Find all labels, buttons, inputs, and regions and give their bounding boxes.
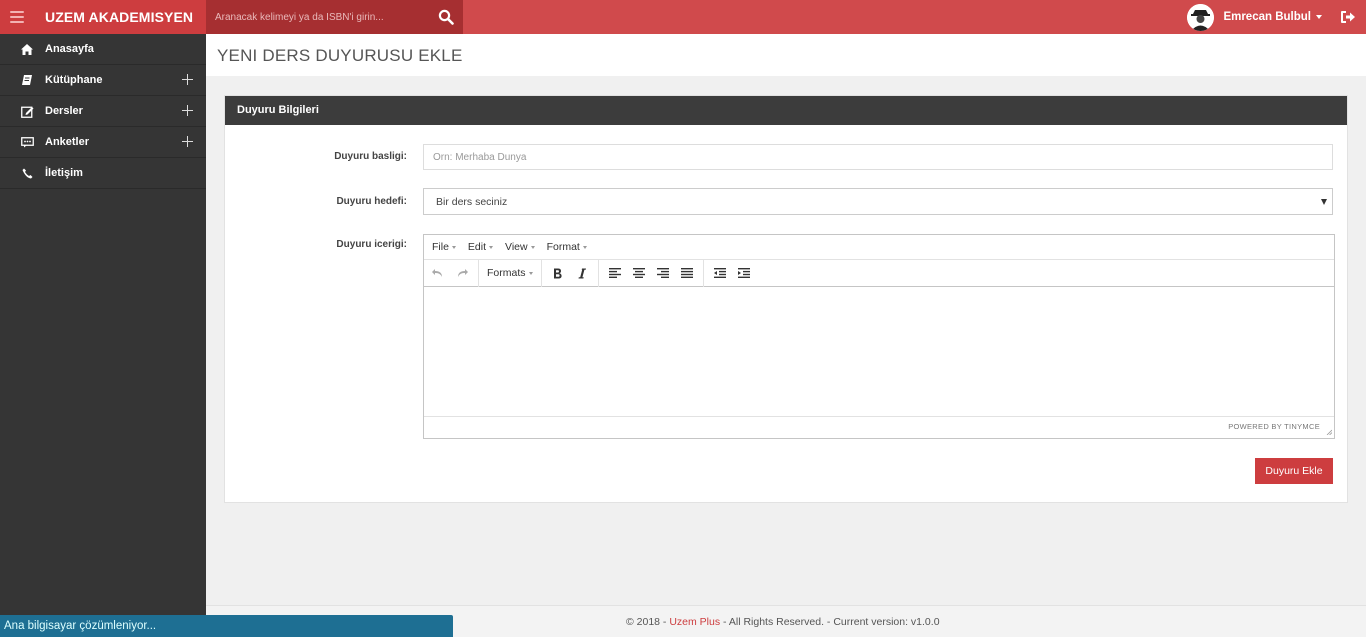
target-select[interactable]: Bir ders seciniz: [423, 188, 1333, 215]
target-label: Duyuru hedefi:: [336, 196, 407, 207]
plus-icon[interactable]: [182, 136, 193, 147]
sidebar-item-label: Anketler: [45, 136, 90, 148]
align-right-icon[interactable]: [651, 262, 675, 284]
formats-group: Formats: [479, 259, 542, 287]
search-input[interactable]: [206, 2, 426, 32]
sidebar-item-iletisim[interactable]: İletişim: [0, 158, 206, 189]
logout-icon[interactable]: [1340, 10, 1356, 24]
menu-view-label: View: [505, 241, 528, 253]
footer-suffix: - All Rights Reserved. - Current version…: [720, 616, 940, 628]
user-name[interactable]: Emrecan Bulbul: [1223, 11, 1311, 23]
search-icon[interactable]: [438, 9, 454, 25]
editor-statusbar: POWERED BY TINYMCE: [424, 417, 1334, 437]
undo-icon[interactable]: [426, 262, 450, 284]
formats-dropdown[interactable]: Formats: [483, 262, 537, 284]
browser-status-bubble: Ana bilgisayar çözümleniyor...: [0, 615, 453, 637]
powered-by-label[interactable]: POWERED BY TINYMCE: [1228, 422, 1320, 431]
announcement-panel: Duyuru Bilgileri Duyuru basligi: Duyuru …: [224, 95, 1348, 503]
editor-menubar: File Edit View Format: [424, 235, 1334, 260]
chevron-down-icon[interactable]: [1321, 199, 1327, 205]
sidebar-item-anketler[interactable]: Anketler: [0, 127, 206, 158]
page-header: YENI DERS DUYURUSU EKLE: [206, 34, 1366, 76]
sidebar-item-anasayfa[interactable]: Anasayfa: [0, 34, 206, 65]
brand-area: UZEM AKADEMISYEN: [0, 0, 206, 34]
outdent-icon[interactable]: [708, 262, 732, 284]
footer-link[interactable]: Uzem Plus: [669, 616, 720, 628]
menu-toggle-icon[interactable]: [10, 11, 24, 23]
editor-content-area[interactable]: [424, 287, 1334, 417]
menu-file[interactable]: File: [426, 241, 462, 253]
align-justify-icon[interactable]: [675, 262, 699, 284]
caret-down-icon: [530, 245, 535, 249]
title-label: Duyuru basligi:: [334, 151, 407, 162]
edit-icon: [20, 104, 34, 118]
avatar[interactable]: [1187, 3, 1215, 31]
sidebar: Anasayfa Kütüphane Dersler Anketler İlet…: [0, 34, 206, 615]
user-menu[interactable]: Emrecan Bulbul: [1187, 3, 1322, 31]
target-select-value: Bir ders seciniz: [436, 195, 508, 208]
menu-edit[interactable]: Edit: [462, 241, 499, 253]
align-center-icon[interactable]: [627, 262, 651, 284]
menu-file-label: File: [432, 241, 449, 253]
menu-edit-label: Edit: [467, 241, 487, 253]
align-left-icon[interactable]: [603, 262, 627, 284]
page-title: YENI DERS DUYURUSU EKLE: [217, 46, 463, 65]
resize-handle-icon[interactable]: [1326, 429, 1332, 435]
editor-toolbar: Formats: [424, 259, 1334, 287]
redo-icon[interactable]: [450, 262, 474, 284]
rich-text-editor: File Edit View Format Formats POWERED BY…: [423, 234, 1335, 439]
bold-icon[interactable]: [546, 262, 570, 284]
sidebar-item-label: Anasayfa: [45, 43, 94, 55]
phone-icon: [20, 166, 34, 180]
menu-format-label: Format: [546, 241, 580, 253]
caret-down-icon: [528, 271, 533, 275]
sidebar-item-kutuphane[interactable]: Kütüphane: [0, 65, 206, 96]
menu-view[interactable]: View: [499, 241, 541, 253]
history-group: [424, 259, 479, 287]
sidebar-item-dersler[interactable]: Dersler: [0, 96, 206, 127]
plus-icon[interactable]: [182, 74, 193, 85]
sidebar-item-label: Dersler: [45, 105, 83, 117]
italic-icon[interactable]: [570, 262, 594, 284]
caret-down-icon: [582, 245, 587, 249]
footer-prefix: © 2018 -: [626, 616, 670, 628]
style-group: [542, 259, 599, 287]
plus-icon[interactable]: [182, 105, 193, 116]
sidebar-item-label: Kütüphane: [45, 74, 103, 86]
content-label: Duyuru icerigi:: [336, 239, 407, 250]
caret-down-icon: [451, 245, 456, 249]
formats-label: Formats: [487, 267, 526, 279]
align-group: [599, 259, 704, 287]
footer-text: © 2018 - Uzem Plus - All Rights Reserved…: [626, 616, 940, 628]
brand-name[interactable]: UZEM AKADEMISYEN: [45, 9, 193, 25]
indent-group: [704, 260, 760, 287]
book-icon: [20, 73, 34, 87]
top-navbar: UZEM AKADEMISYEN Emrecan Bulbul: [0, 0, 1366, 34]
submit-button[interactable]: Duyuru Ekle: [1255, 458, 1333, 484]
search-box: [206, 0, 463, 34]
home-icon: [20, 42, 34, 56]
menu-format[interactable]: Format: [541, 241, 593, 253]
title-field[interactable]: [423, 144, 1333, 170]
panel-heading: Duyuru Bilgileri: [225, 96, 1347, 125]
sidebar-item-label: İletişim: [45, 167, 83, 179]
poll-icon: [20, 135, 34, 149]
chevron-down-icon[interactable]: [1316, 15, 1322, 19]
indent-icon[interactable]: [732, 262, 756, 284]
caret-down-icon: [489, 245, 494, 249]
